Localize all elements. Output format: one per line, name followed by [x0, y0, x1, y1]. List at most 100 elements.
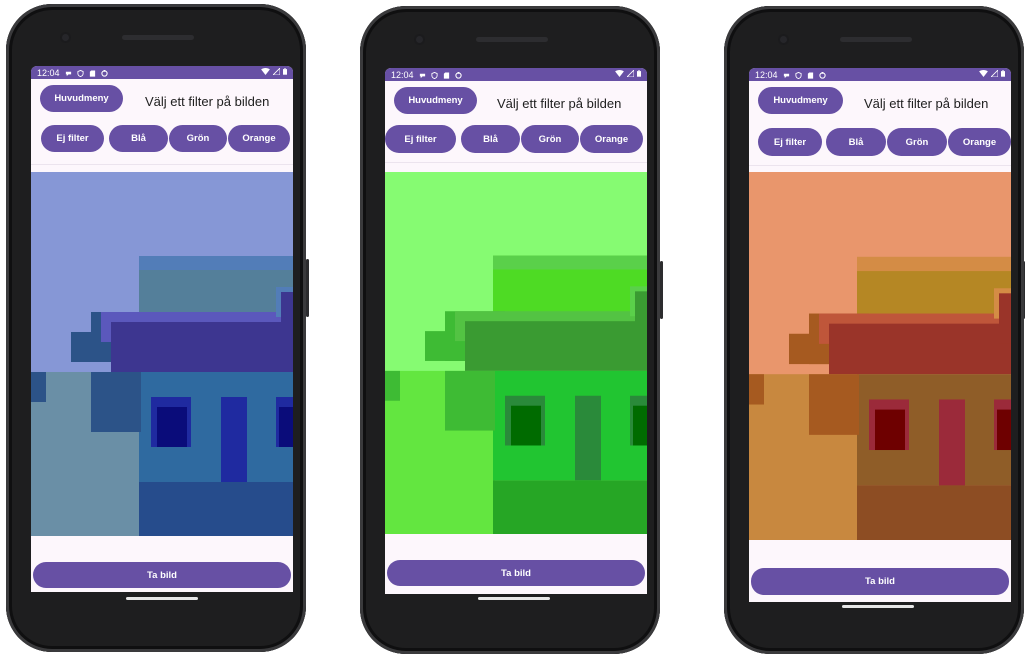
status-time: 12:04 [37, 67, 60, 78]
side-button [306, 259, 309, 317]
main-menu-button[interactable]: Huvudmeny [40, 85, 123, 112]
sync-icon [100, 69, 108, 77]
shield-icon [76, 69, 84, 78]
phone-frame-3: 12:04 Huvudmeny Välj ett filter på bilde… [724, 6, 1025, 654]
page-title: Välj ett filter på bilden [145, 94, 270, 109]
photo-pixel-block [857, 485, 1011, 540]
photo-pixel-block [633, 405, 647, 446]
photo-pixel-block [445, 370, 495, 431]
photo-pixel-block [279, 407, 293, 447]
divider [749, 165, 1011, 166]
signal-icon [271, 66, 281, 77]
photo-pixel-block [875, 409, 905, 451]
signal-icon [625, 68, 635, 79]
notification-icon [65, 69, 72, 77]
phone-frame-2: 12:04 Huvudmeny Välj ett filter på bilde… [360, 6, 663, 654]
signal-icon [989, 68, 999, 79]
shield-icon [430, 71, 438, 80]
divider [31, 164, 293, 165]
photo-pixel-block [809, 374, 859, 435]
wifi-icon [261, 68, 270, 77]
status-time: 12:04 [755, 69, 778, 80]
battery-icon [283, 68, 287, 77]
photo-pixel-block [635, 291, 647, 342]
photo-pixel-block [139, 482, 293, 536]
photo-pixel-block [91, 372, 141, 432]
home-indicator [478, 597, 550, 600]
earpiece-speaker [840, 37, 912, 42]
divider [385, 162, 647, 163]
page-title: Välj ett filter på bilden [864, 96, 989, 111]
photo-canvas [385, 172, 647, 534]
filter-button-green[interactable]: Grön [169, 125, 227, 152]
home-indicator [842, 605, 914, 608]
sd-card-icon [443, 71, 450, 79]
take-photo-button[interactable]: Ta bild [33, 562, 291, 588]
sd-card-icon [807, 71, 814, 79]
photo-pixel-block [939, 399, 965, 486]
page-title: Välj ett filter på bilden [497, 96, 622, 111]
filtered-photo [749, 172, 1011, 540]
phone-screen: 12:04 Huvudmeny Välj ett filter på bilde… [31, 66, 293, 592]
front-camera [62, 34, 69, 41]
filter-button-green[interactable]: Grön [521, 125, 579, 153]
photo-pixel-block [465, 321, 647, 371]
take-photo-button[interactable]: Ta bild [751, 568, 1009, 595]
sd-card-icon [89, 69, 96, 77]
photo-canvas [749, 172, 1011, 540]
photo-pixel-block [999, 293, 1011, 344]
sync-icon [454, 71, 462, 79]
filter-button-none[interactable]: Ej filter [41, 125, 104, 152]
filter-button-green[interactable]: Grön [887, 128, 947, 156]
notification-icon [419, 71, 426, 79]
photo-canvas [31, 172, 293, 536]
photo-pixel-block [281, 292, 293, 342]
filter-button-orange[interactable]: Orange [580, 125, 643, 153]
wifi-icon [979, 70, 988, 79]
take-photo-button[interactable]: Ta bild [387, 560, 645, 586]
filter-button-orange[interactable]: Orange [948, 128, 1011, 156]
photo-pixel-block [749, 374, 764, 405]
phone-screen: 12:04 Huvudmeny Välj ett filter på bilde… [385, 68, 647, 594]
battery-icon [1001, 70, 1005, 79]
home-indicator [126, 597, 198, 600]
photo-pixel-block [385, 370, 400, 401]
shield-icon [794, 71, 802, 80]
status-bar: 12:04 [749, 68, 1011, 81]
filter-button-orange[interactable]: Orange [228, 125, 290, 152]
photo-pixel-block [493, 255, 647, 270]
filter-button-none[interactable]: Ej filter [758, 128, 822, 156]
filtered-photo [31, 172, 293, 536]
filtered-photo [385, 172, 647, 534]
sync-icon [818, 71, 826, 79]
filter-button-blue[interactable]: Blå [461, 125, 520, 153]
photo-pixel-block [829, 323, 1011, 375]
earpiece-speaker [476, 37, 548, 42]
front-camera [416, 36, 423, 43]
main-menu-button[interactable]: Huvudmeny [394, 87, 477, 114]
photo-pixel-block [493, 480, 647, 534]
main-menu-button[interactable]: Huvudmeny [758, 87, 843, 114]
status-bar: 12:04 [385, 68, 647, 81]
photo-pixel-block [997, 409, 1011, 451]
photo-pixel-block [111, 322, 293, 372]
status-bar: 12:04 [31, 66, 293, 79]
status-time: 12:04 [391, 69, 414, 80]
filter-button-none[interactable]: Ej filter [385, 125, 456, 153]
photo-pixel-block [511, 405, 541, 446]
photo-pixel-block [575, 395, 601, 481]
photo-pixel-block [139, 256, 293, 270]
notification-icon [783, 71, 790, 79]
earpiece-speaker [122, 35, 194, 40]
photo-pixel-block [857, 256, 1011, 272]
wifi-icon [615, 70, 624, 79]
phone-screen: 12:04 Huvudmeny Välj ett filter på bilde… [749, 68, 1011, 602]
phone-frame-1: 12:04 Huvudmeny Välj ett filter på bilde… [6, 4, 309, 652]
photo-pixel-block [221, 397, 247, 482]
filter-button-blue[interactable]: Blå [826, 128, 886, 156]
battery-icon [637, 70, 641, 79]
filter-button-blue[interactable]: Blå [109, 125, 168, 152]
side-button [660, 261, 663, 319]
photo-pixel-block [31, 372, 46, 402]
photo-pixel-block [157, 407, 187, 447]
